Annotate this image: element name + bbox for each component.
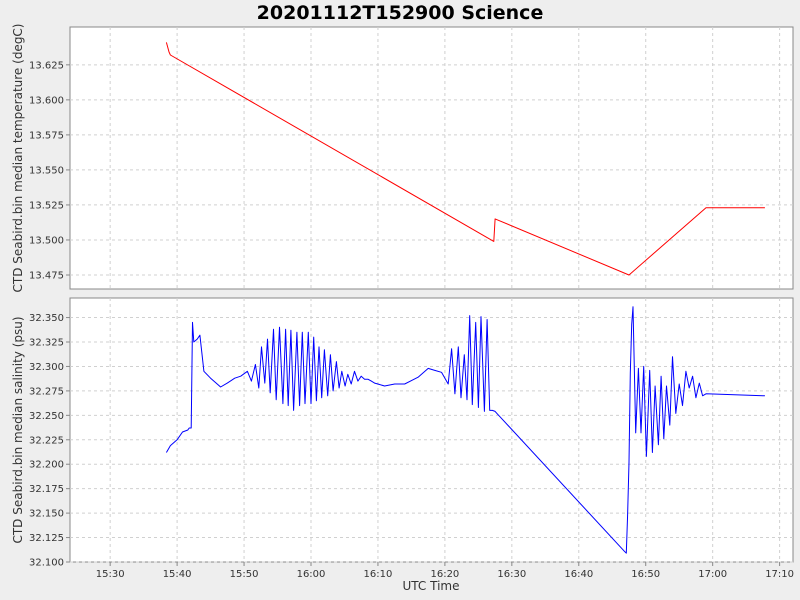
chart-figure: 20201112T152900 Science 13.475 13.500 13.5… bbox=[0, 0, 800, 600]
salinity-y-tick-label: 32.100 bbox=[29, 558, 64, 569]
x-tick-label: 16:50 bbox=[631, 569, 660, 580]
salinity-y-tick-label: 32.350 bbox=[29, 313, 64, 324]
x-axis-label: UTC Time bbox=[403, 579, 460, 593]
salinity-y-tick-label: 32.225 bbox=[29, 435, 64, 446]
salinity-y-tick-label: 32.250 bbox=[29, 411, 64, 422]
temperature-y-tick-label: 13.525 bbox=[29, 200, 64, 211]
salinity-y-tick-label: 32.300 bbox=[29, 362, 64, 373]
salinity-y-tick-label: 32.325 bbox=[29, 338, 64, 349]
temperature-y-tick-label: 13.500 bbox=[29, 235, 64, 246]
x-tick-label: 16:00 bbox=[297, 569, 326, 580]
salinity-y-axis-label: CTD Seabird.bin median salinity (psu) bbox=[11, 316, 25, 543]
x-tick-label: 15:30 bbox=[96, 569, 125, 580]
temperature-y-tick-label: 13.550 bbox=[29, 165, 64, 176]
x-tick-label: 17:10 bbox=[765, 569, 794, 580]
salinity-y-tick-label: 32.150 bbox=[29, 509, 64, 520]
temperature-y-axis-label: CTD Seabird.bin median temperature (degC… bbox=[11, 24, 25, 293]
salinity-plot-area bbox=[69, 297, 794, 563]
salinity-y-tick-label: 32.200 bbox=[29, 460, 64, 471]
x-tick-label: 15:50 bbox=[230, 569, 259, 580]
x-tick-label: 16:30 bbox=[497, 569, 526, 580]
x-tick-label: 17:00 bbox=[698, 569, 727, 580]
x-tick-label: 15:40 bbox=[163, 569, 192, 580]
temperature-plot-area bbox=[69, 26, 794, 290]
salinity-y-tick-label: 32.125 bbox=[29, 533, 64, 544]
chart-svg: 20201112T152900 Science 13.475 13.500 13.5… bbox=[11, 2, 794, 593]
salinity-y-tick-label: 32.175 bbox=[29, 484, 64, 495]
temperature-y-tick-label: 13.575 bbox=[29, 130, 64, 141]
temperature-y-tick-label: 13.600 bbox=[29, 95, 64, 106]
salinity-panel: 32.100 32.125 32.150 32.175 32.200 32.225 32.2… bbox=[11, 297, 794, 580]
temperature-y-tick-label: 13.475 bbox=[29, 270, 64, 281]
salinity-y-tick-label: 32.275 bbox=[29, 386, 64, 397]
x-tick-label: 16:40 bbox=[564, 569, 593, 580]
temperature-y-tick-label: 13.625 bbox=[29, 60, 64, 71]
temperature-panel: 13.475 13.500 13.525 13.550 13.575 13.600 13.6… bbox=[11, 24, 794, 293]
x-tick-label: 16:10 bbox=[364, 569, 393, 580]
chart-title: 20201112T152900 Science bbox=[257, 2, 544, 24]
